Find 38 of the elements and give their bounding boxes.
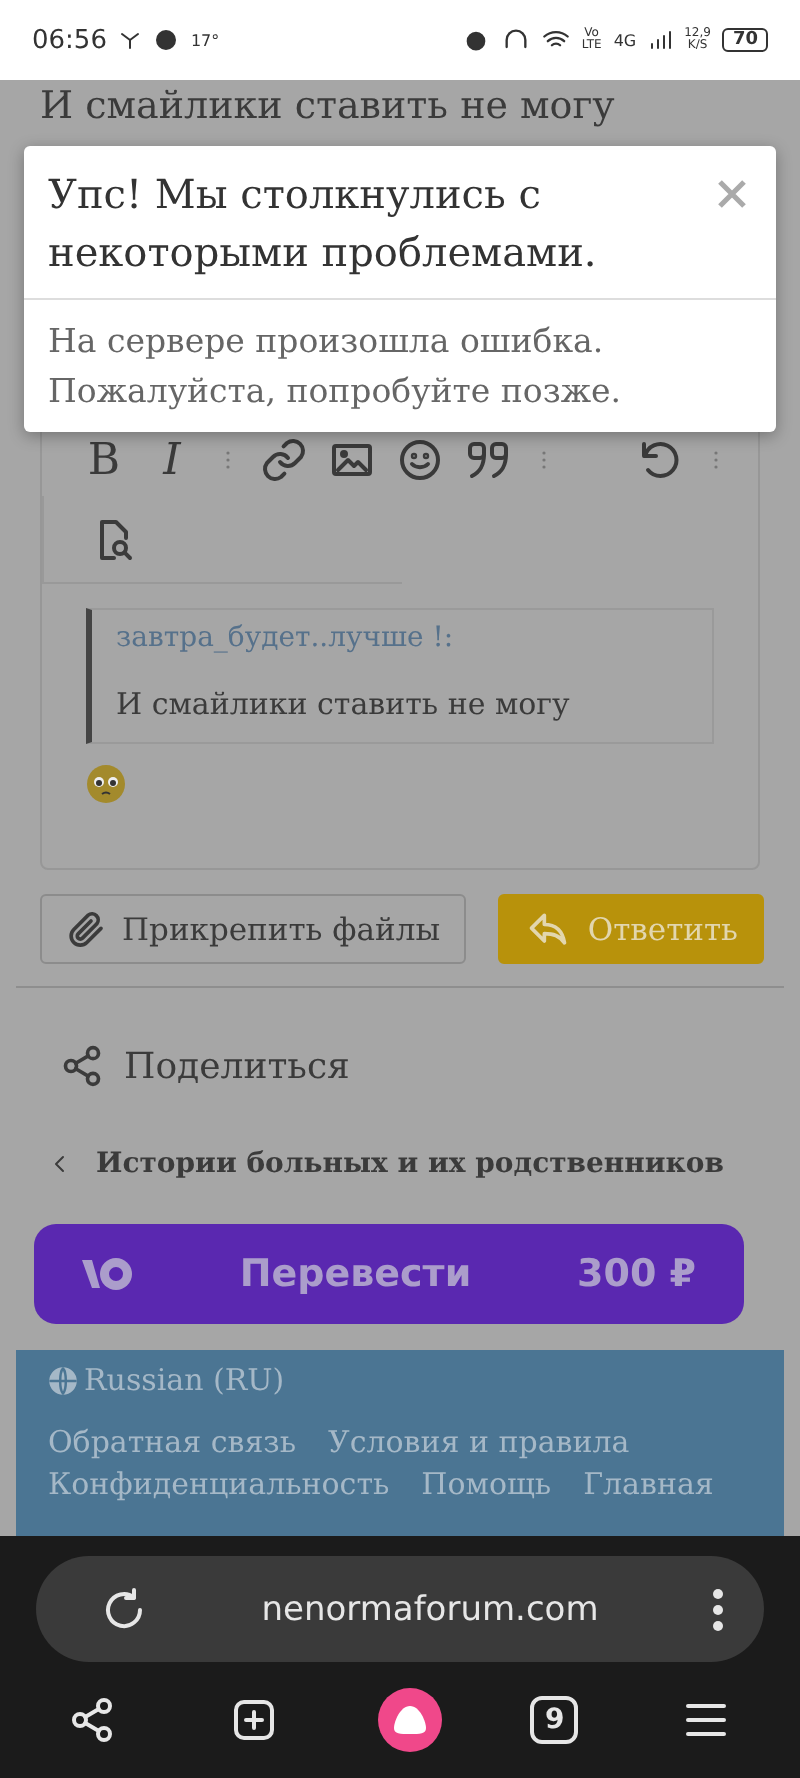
clock: 06:56 xyxy=(32,25,107,55)
tab-count-button[interactable]: 9 xyxy=(530,1696,579,1744)
bold-button[interactable]: B xyxy=(78,435,130,485)
undo-icon[interactable] xyxy=(636,436,684,484)
smile-icon[interactable] xyxy=(396,436,444,484)
footer-link[interactable]: Условия и правила xyxy=(328,1422,630,1464)
share-icon xyxy=(60,1044,104,1088)
footer-link[interactable]: Конфиденциальность xyxy=(48,1464,390,1506)
attach-files-button[interactable]: Прикрепить файлы xyxy=(40,894,467,964)
pleading-face-icon xyxy=(86,764,126,804)
paperclip-icon xyxy=(66,909,106,949)
reply-button[interactable]: Ответить xyxy=(497,894,764,964)
footer-link[interactable]: Помощь xyxy=(421,1464,552,1506)
globe-icon xyxy=(48,1365,78,1395)
assistant-logo-icon xyxy=(393,1706,426,1734)
reload-icon xyxy=(100,1585,148,1633)
post-text: И смайлики ставить не могу xyxy=(38,82,617,132)
quote-icon[interactable] xyxy=(464,436,512,484)
payment-logo-icon xyxy=(82,1256,134,1292)
quote-text: И смайлики ставить не могу xyxy=(116,686,572,722)
temperature: 17° xyxy=(190,31,220,49)
quote-author[interactable]: завтра_будет..лучше !: xyxy=(116,622,688,654)
footer-link[interactable]: Обратная связь xyxy=(48,1422,296,1464)
signal-icon xyxy=(648,26,673,54)
footer-link[interactable]: Главная xyxy=(583,1464,714,1506)
network-type: 4G xyxy=(613,31,637,49)
link-icon[interactable] xyxy=(260,436,308,484)
transfer-button[interactable]: Перевести 300 ₽ xyxy=(34,1224,744,1324)
italic-button[interactable]: I xyxy=(146,435,198,485)
dialog-title: Упс! Мы столкнулись с некоторыми проблемами. xyxy=(48,168,599,280)
dialog-message: На сервере произошла ошибка. Пожалуйста, попробуйте позже. xyxy=(46,320,624,414)
breadcrumb-link[interactable]: Истории больных и их родственников xyxy=(96,1148,724,1180)
battery-level: 70 xyxy=(722,28,768,52)
language-link[interactable]: Russian (RU) xyxy=(84,1362,285,1398)
share-link[interactable]: Поделиться xyxy=(124,1045,350,1087)
address-bar[interactable]: nenormaforum.com xyxy=(36,1556,764,1662)
kebab-menu-icon[interactable] xyxy=(712,1587,724,1631)
assistant-button[interactable] xyxy=(377,1688,442,1752)
